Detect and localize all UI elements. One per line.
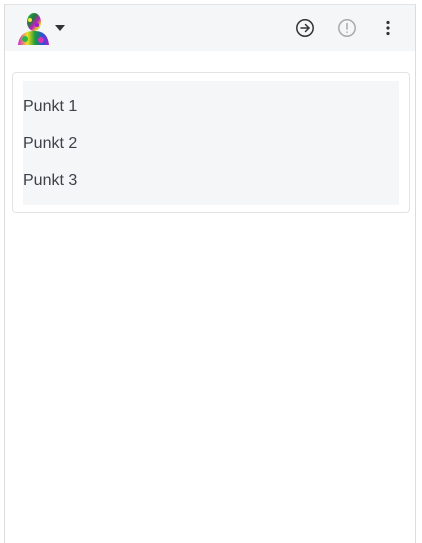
caret-down-icon[interactable]: [53, 21, 67, 35]
list-item[interactable]: Punkt 1: [23, 88, 399, 125]
app-window: Punkt 1 Punkt 2 Punkt 3: [4, 4, 416, 543]
arrow-right-circle-icon[interactable]: [295, 18, 315, 38]
alert-circle-icon[interactable]: [337, 18, 357, 38]
toolbar: [5, 5, 415, 51]
more-vertical-icon[interactable]: [378, 18, 398, 38]
user-avatar-icon[interactable]: [16, 11, 50, 45]
list-item[interactable]: Punkt 2: [23, 125, 399, 162]
content-card: Punkt 1 Punkt 2 Punkt 3: [12, 72, 410, 213]
list-item[interactable]: Punkt 3: [23, 162, 399, 199]
item-list: Punkt 1 Punkt 2 Punkt 3: [23, 81, 399, 205]
